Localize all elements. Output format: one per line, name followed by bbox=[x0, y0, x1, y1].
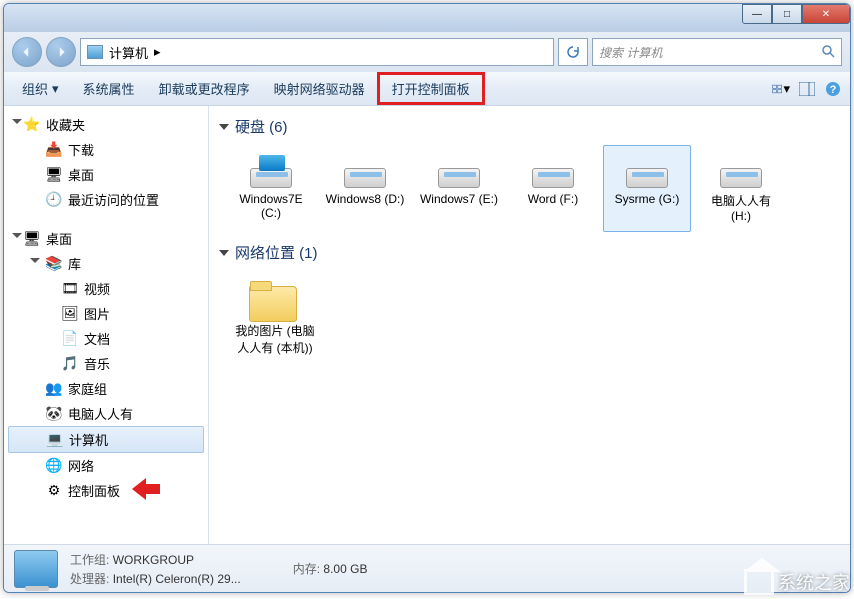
sidebar-item-computer[interactable]: 💻计算机 bbox=[8, 426, 204, 453]
sidebar-item-music[interactable]: 🎵音乐 bbox=[4, 351, 208, 376]
sidebar-item-network[interactable]: 🌐网络 bbox=[4, 453, 208, 478]
map-network-drive-button[interactable]: 映射网络驱动器 bbox=[262, 75, 377, 102]
picture-icon: 🖼 bbox=[62, 306, 78, 322]
uninstall-programs-button[interactable]: 卸载或更改程序 bbox=[147, 75, 262, 102]
sidebar-item-pictures[interactable]: 🖼图片 bbox=[4, 301, 208, 326]
forward-button[interactable] bbox=[46, 37, 76, 67]
network-location-item[interactable]: 我的图片 (电脑人人有 (本机)) bbox=[227, 271, 323, 365]
sidebar-item-recent[interactable]: 🕘最近访问的位置 bbox=[4, 187, 208, 212]
video-icon: 🎞 bbox=[62, 281, 78, 297]
music-icon: 🎵 bbox=[62, 356, 78, 372]
sidebar-item-downloads[interactable]: 📥下载 bbox=[4, 137, 208, 162]
desktop-icon: 🖥 bbox=[46, 167, 62, 183]
close-button[interactable]: ✕ bbox=[802, 4, 850, 24]
sidebar-item-libraries[interactable]: 📚库 bbox=[4, 251, 208, 276]
user-icon: 🐼 bbox=[46, 406, 62, 422]
status-bar: 工作组: WORKGROUP 处理器: Intel(R) Celeron(R) … bbox=[4, 544, 850, 592]
drive-h[interactable]: 电脑人人有 (H:) bbox=[697, 145, 785, 232]
control-panel-icon: ⚙ bbox=[46, 483, 62, 499]
library-icon: 📚 bbox=[46, 256, 62, 272]
search-placeholder: 搜索 计算机 bbox=[599, 44, 662, 61]
drive-e[interactable]: Windows7 (E:) bbox=[415, 145, 503, 232]
sidebar-item-videos[interactable]: 🎞视频 bbox=[4, 276, 208, 301]
section-network-locations[interactable]: 网络位置 (1) bbox=[219, 242, 840, 263]
drive-icon bbox=[434, 154, 484, 188]
drive-icon bbox=[528, 154, 578, 188]
network-icon: 🌐 bbox=[46, 458, 62, 474]
document-icon: 📄 bbox=[62, 331, 78, 347]
sidebar-item-homegroup[interactable]: 👥家庭组 bbox=[4, 376, 208, 401]
status-cpu: Intel(R) Celeron(R) 29... bbox=[113, 572, 241, 586]
sidebar-item-user[interactable]: 🐼电脑人人有 bbox=[4, 401, 208, 426]
sidebar-item-documents[interactable]: 📄文档 bbox=[4, 326, 208, 351]
drive-icon bbox=[340, 154, 390, 188]
homegroup-icon: 👥 bbox=[46, 381, 62, 397]
nav-row: 计算机 ▸ 搜索 计算机 bbox=[4, 32, 850, 72]
star-icon: ⭐ bbox=[24, 117, 40, 133]
computer-large-icon bbox=[14, 550, 58, 588]
open-control-panel-button[interactable]: 打开控制面板 bbox=[377, 72, 485, 105]
drive-d[interactable]: Windows8 (D:) bbox=[321, 145, 409, 232]
section-hard-drives[interactable]: 硬盘 (6) bbox=[219, 116, 840, 137]
sidebar-item-desktop-root[interactable]: 🖥桌面 bbox=[4, 226, 208, 251]
chevron-right-icon[interactable]: ▸ bbox=[154, 44, 161, 60]
back-button[interactable] bbox=[12, 37, 42, 67]
help-button[interactable]: ? bbox=[824, 80, 842, 98]
status-workgroup: WORKGROUP bbox=[113, 553, 194, 567]
drive-icon bbox=[622, 154, 672, 188]
address-bar[interactable]: 计算机 ▸ bbox=[80, 38, 554, 66]
toolbar: 组织 ▾ 系统属性 卸载或更改程序 映射网络驱动器 打开控制面板 ▾ ? bbox=[4, 72, 850, 106]
chevron-down-icon: ▾ bbox=[52, 81, 59, 97]
sidebar: ⭐收藏夹 📥下载 🖥桌面 🕘最近访问的位置 🖥桌面 📚库 🎞视频 🖼图片 📄文档… bbox=[4, 106, 209, 544]
folder-icon bbox=[249, 280, 301, 322]
drive-icon bbox=[246, 154, 296, 188]
organize-button[interactable]: 组织 ▾ bbox=[10, 75, 71, 102]
title-bar: — □ ✕ bbox=[4, 4, 850, 32]
sidebar-item-control-panel[interactable]: ⚙控制面板 bbox=[4, 478, 208, 503]
breadcrumb[interactable]: 计算机 bbox=[109, 43, 148, 62]
refresh-button[interactable] bbox=[558, 38, 588, 66]
explorer-window: — □ ✕ 计算机 ▸ 搜索 计算机 组织 ▾ 系统属性 卸载或更改程序 映射网… bbox=[3, 3, 851, 593]
maximize-button[interactable]: □ bbox=[772, 4, 802, 24]
annotation-arrow-left-icon bbox=[132, 478, 160, 500]
content-pane: 硬盘 (6) Windows7E (C:) Windows8 (D:) Wind… bbox=[209, 106, 850, 544]
watermark: 系统之家 bbox=[744, 569, 850, 595]
view-options-button[interactable]: ▾ bbox=[772, 80, 790, 98]
drive-g[interactable]: Sysrme (G:) bbox=[603, 145, 691, 232]
minimize-button[interactable]: — bbox=[742, 4, 772, 24]
svg-text:?: ? bbox=[830, 84, 837, 96]
sidebar-item-desktop[interactable]: 🖥桌面 bbox=[4, 162, 208, 187]
computer-icon bbox=[87, 45, 103, 59]
drive-c[interactable]: Windows7E (C:) bbox=[227, 145, 315, 232]
sidebar-item-favorites[interactable]: ⭐收藏夹 bbox=[4, 112, 208, 137]
recent-icon: 🕘 bbox=[46, 192, 62, 208]
desktop-icon: 🖥 bbox=[24, 231, 40, 247]
search-icon bbox=[821, 44, 835, 61]
computer-icon: 💻 bbox=[47, 432, 63, 448]
downloads-icon: 📥 bbox=[46, 142, 62, 158]
house-icon bbox=[744, 569, 774, 595]
preview-pane-button[interactable] bbox=[798, 80, 816, 98]
status-memory: 8.00 GB bbox=[323, 562, 367, 576]
drive-icon bbox=[716, 154, 766, 188]
search-input[interactable]: 搜索 计算机 bbox=[592, 38, 842, 66]
system-properties-button[interactable]: 系统属性 bbox=[71, 75, 147, 102]
drive-f[interactable]: Word (F:) bbox=[509, 145, 597, 232]
